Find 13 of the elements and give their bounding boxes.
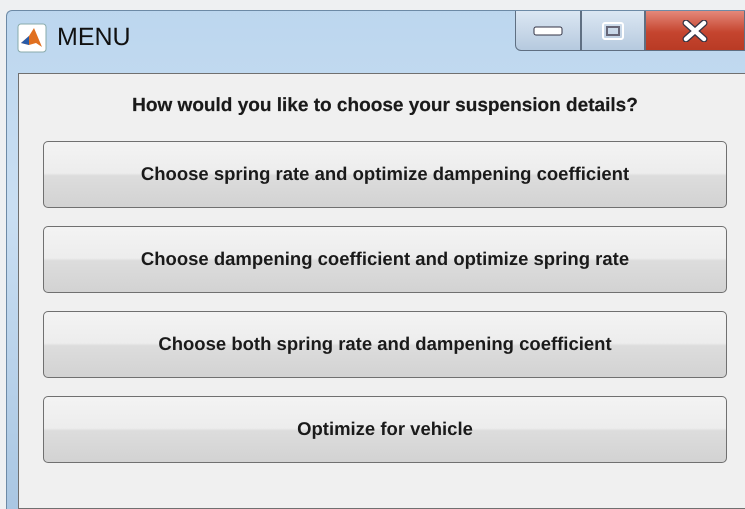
- window-title: MENU: [57, 25, 131, 50]
- menu-button[interactable]: Choose spring rate and optimize dampening coefficient: [43, 140, 727, 208]
- menu-button[interactable]: Choose both spring rate and dampening coefficient: [43, 310, 727, 378]
- maximize-button[interactable]: [581, 11, 645, 51]
- minimize-icon: [533, 26, 563, 36]
- close-icon: [682, 20, 708, 42]
- app-icon: [17, 23, 47, 53]
- menu-button[interactable]: Choose dampening coefficient and optimize spring rate: [43, 226, 727, 292]
- minimize-button[interactable]: [515, 11, 581, 51]
- close-button[interactable]: [645, 11, 745, 51]
- prompt-text: How would you like to choose your suspension details?: [131, 94, 639, 118]
- menu-button[interactable]: Optimize for vehicle: [43, 396, 727, 462]
- maximize-icon: [601, 20, 625, 40]
